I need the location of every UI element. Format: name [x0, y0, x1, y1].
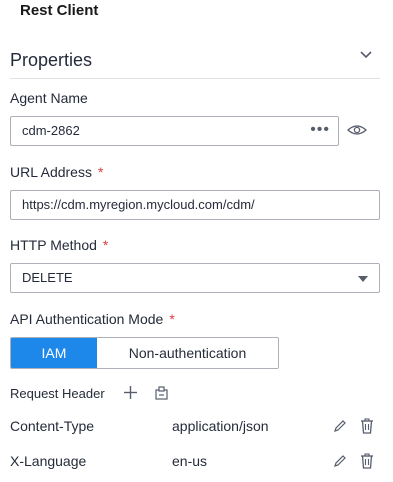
table-row: Content-Type application/json [10, 418, 380, 438]
auth-option-iam[interactable]: IAM [11, 338, 97, 368]
http-method-label: HTTP Method * [10, 237, 108, 253]
header-key: Content-Type [10, 418, 95, 434]
more-options-button[interactable]: ••• [310, 117, 330, 143]
url-address-input[interactable]: https://cdm.myregion.mycloud.com/cdm/ [10, 190, 380, 220]
agent-name-input[interactable]: cdm-2862 ••• [10, 116, 339, 146]
paste-icon[interactable] [155, 386, 168, 400]
chevron-down-icon[interactable] [358, 46, 374, 62]
auth-option-non-authentication[interactable]: Non-authentication [97, 338, 278, 368]
url-address-label-text: URL Address [10, 164, 92, 180]
agent-name-label: Agent Name [10, 90, 88, 106]
request-header-label: Request Header [10, 386, 105, 401]
required-marker: * [97, 164, 104, 180]
eye-icon[interactable] [347, 122, 367, 138]
http-method-select[interactable]: DELETE [10, 263, 380, 293]
http-method-value: DELETE [22, 270, 73, 285]
app-title: Rest Client [20, 2, 99, 19]
title-bar: Rest Client [0, 0, 393, 26]
trash-icon[interactable] [360, 418, 374, 434]
url-address-value: https://cdm.myregion.mycloud.com/cdm/ [22, 197, 255, 212]
url-address-label: URL Address * [10, 164, 103, 180]
trash-icon[interactable] [360, 453, 374, 469]
edit-icon[interactable] [333, 454, 347, 468]
properties-title: Properties [10, 50, 93, 70]
properties-header[interactable]: Properties [10, 40, 380, 79]
header-key: X-Language [10, 453, 87, 469]
required-marker: * [102, 237, 109, 253]
caret-down-icon[interactable] [358, 276, 368, 282]
http-method-label-text: HTTP Method [10, 237, 97, 253]
auth-mode-label: API Authentication Mode * [10, 311, 175, 327]
edit-icon[interactable] [333, 419, 347, 433]
agent-name-value: cdm-2862 [22, 123, 80, 138]
auth-mode-toggle: IAM Non-authentication [10, 337, 279, 369]
table-row: X-Language en-us [10, 453, 380, 473]
auth-mode-label-text: API Authentication Mode [10, 311, 164, 327]
header-value: application/json [172, 418, 269, 434]
header-value: en-us [172, 453, 208, 469]
required-marker: * [169, 311, 175, 327]
plus-icon[interactable] [123, 385, 138, 400]
